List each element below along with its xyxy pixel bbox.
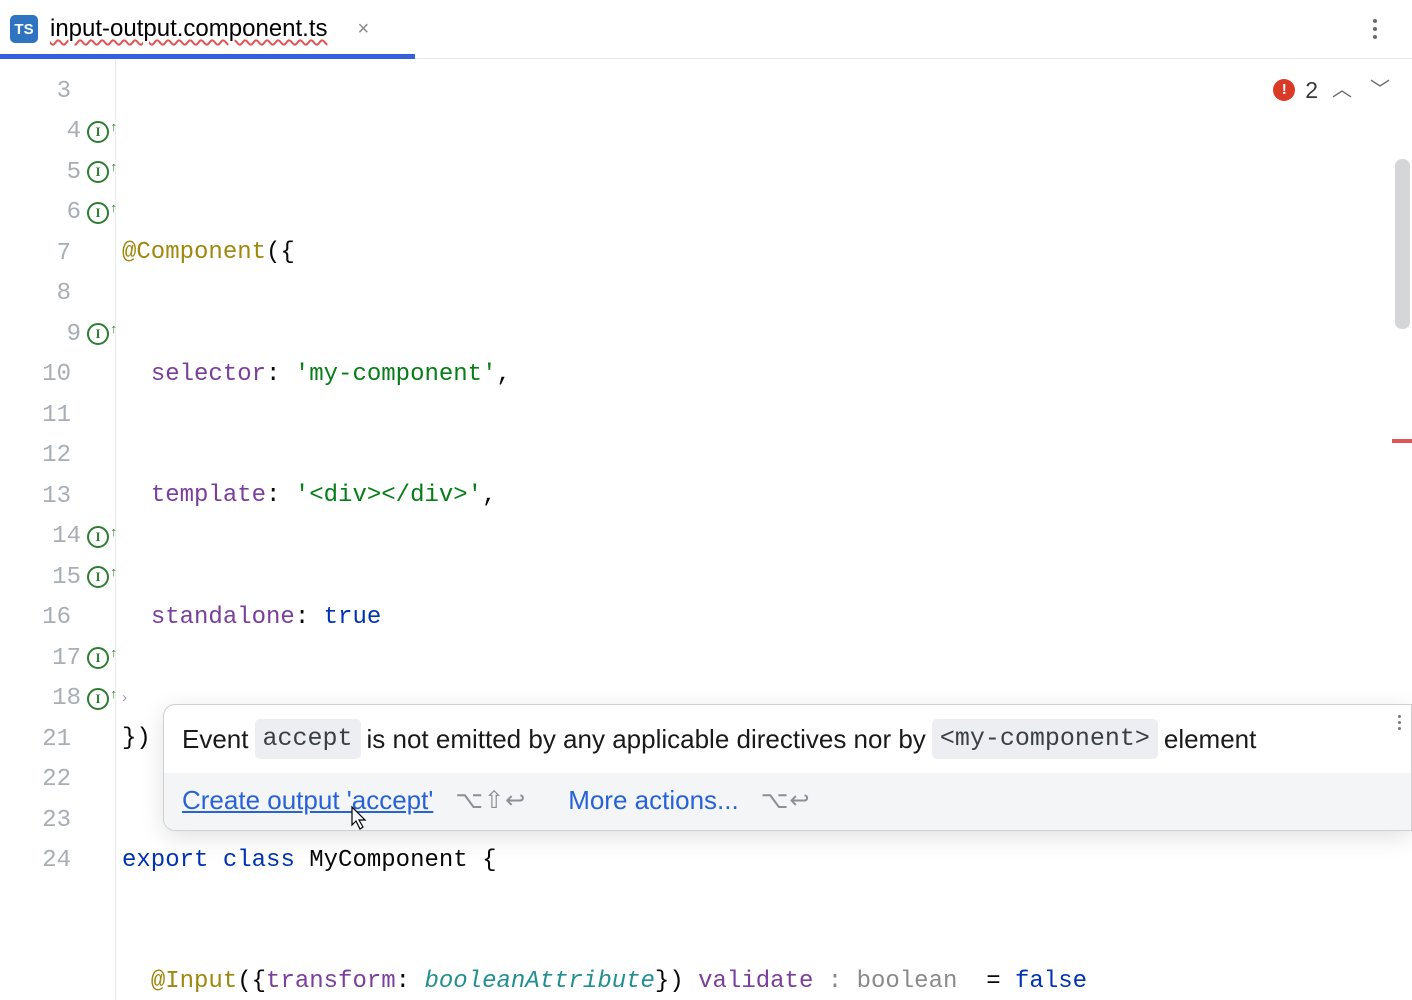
gutter-row: 17 I — [0, 638, 115, 679]
implements-icon[interactable]: I — [87, 647, 109, 669]
inspection-popup: Event accept is not emitted by any appli… — [163, 704, 1412, 831]
line-number: 17 — [45, 645, 81, 672]
gutter-row: 18I› — [0, 679, 115, 720]
error-icon: ! — [1273, 79, 1295, 101]
implements-icon[interactable]: I — [87, 161, 109, 183]
typescript-file-icon: TS — [10, 15, 38, 43]
more-actions[interactable]: More actions... — [568, 785, 739, 816]
next-error-icon[interactable]: ﹀ — [1366, 70, 1394, 111]
implements-icon[interactable]: I — [87, 323, 109, 345]
line-number: 22 — [35, 766, 71, 793]
shortcut-hint: ⌥⇧↩ — [455, 786, 526, 815]
line-number: 6 — [45, 199, 81, 226]
error-marker[interactable] — [1392, 439, 1412, 443]
line-number: 13 — [35, 483, 71, 510]
gutter-row: 5I — [0, 152, 115, 193]
popup-actions: Create output 'accept' ⌥⇧↩ More actions.… — [164, 773, 1411, 830]
gutter-row: 15 I — [0, 557, 115, 598]
shortcut-hint: ⌥↩ — [761, 786, 811, 815]
gutter-row: 12 — [0, 436, 115, 477]
prev-error-icon[interactable]: ︿ — [1328, 70, 1356, 111]
tab-options-icon[interactable] — [1360, 0, 1390, 58]
create-output-action[interactable]: Create output 'accept' — [182, 785, 433, 816]
tab-title: input-output.component.ts — [50, 15, 328, 43]
gutter-row: 8 — [0, 274, 115, 315]
line-number: 9 — [45, 321, 81, 348]
popup-options-icon[interactable] — [1398, 715, 1401, 730]
gutter-row: 7 — [0, 233, 115, 274]
gutter-row: 10 — [0, 355, 115, 396]
line-number: 7 — [35, 240, 71, 267]
line-number: 16 — [35, 604, 71, 631]
popup-message: Event accept is not emitted by any appli… — [164, 705, 1411, 773]
implements-icon[interactable]: I — [87, 121, 109, 143]
line-number: 23 — [35, 807, 71, 834]
tab-bar: TS input-output.component.ts × — [0, 0, 1412, 59]
line-number: 14 — [45, 523, 81, 550]
gutter-row: 16 — [0, 598, 115, 639]
gutter-row: 13 — [0, 476, 115, 517]
inspection-status[interactable]: ! 2 ︿ ﹀ — [1273, 70, 1394, 111]
gutter: 34I5I6I789I1011121314I15I1617I18I›212223… — [0, 59, 116, 1000]
line-number: 10 — [35, 361, 71, 388]
line-number: 11 — [35, 402, 71, 429]
gutter-row: 21 — [0, 719, 115, 760]
line-number: 5 — [45, 159, 81, 186]
scrollbar-thumb[interactable] — [1395, 159, 1410, 329]
gutter-row: 23 — [0, 800, 115, 841]
gutter-row: 14 I — [0, 517, 115, 558]
gutter-row: 22 — [0, 760, 115, 801]
line-number: 21 — [35, 726, 71, 753]
line-number: 24 — [35, 847, 71, 874]
line-number: 4 — [45, 118, 81, 145]
gutter-row: 3 — [0, 71, 115, 112]
implements-icon[interactable]: I — [87, 202, 109, 224]
code-area[interactable]: ! 2 ︿ ﹀ @Component({ selector: 'my-compo… — [116, 59, 1412, 1000]
implements-icon[interactable]: I — [87, 526, 109, 548]
editor: 34I5I6I789I1011121314I15I1617I18I›212223… — [0, 59, 1412, 1000]
error-count: 2 — [1305, 70, 1318, 111]
gutter-row: 9I — [0, 314, 115, 355]
implements-icon[interactable]: I — [87, 688, 109, 710]
gutter-row: 11 — [0, 395, 115, 436]
scrollbar[interactable] — [1392, 59, 1412, 1000]
active-tab[interactable]: TS input-output.component.ts × — [0, 0, 385, 58]
line-number: 12 — [35, 442, 71, 469]
gutter-row: 24 — [0, 841, 115, 882]
line-number: 18 — [45, 685, 81, 712]
line-number: 3 — [35, 78, 71, 105]
close-icon[interactable]: × — [358, 18, 370, 41]
implements-icon[interactable]: I — [87, 566, 109, 588]
line-number: 15 — [45, 564, 81, 591]
gutter-row: 4I — [0, 112, 115, 153]
gutter-row: 6I — [0, 193, 115, 234]
line-number: 8 — [35, 280, 71, 307]
